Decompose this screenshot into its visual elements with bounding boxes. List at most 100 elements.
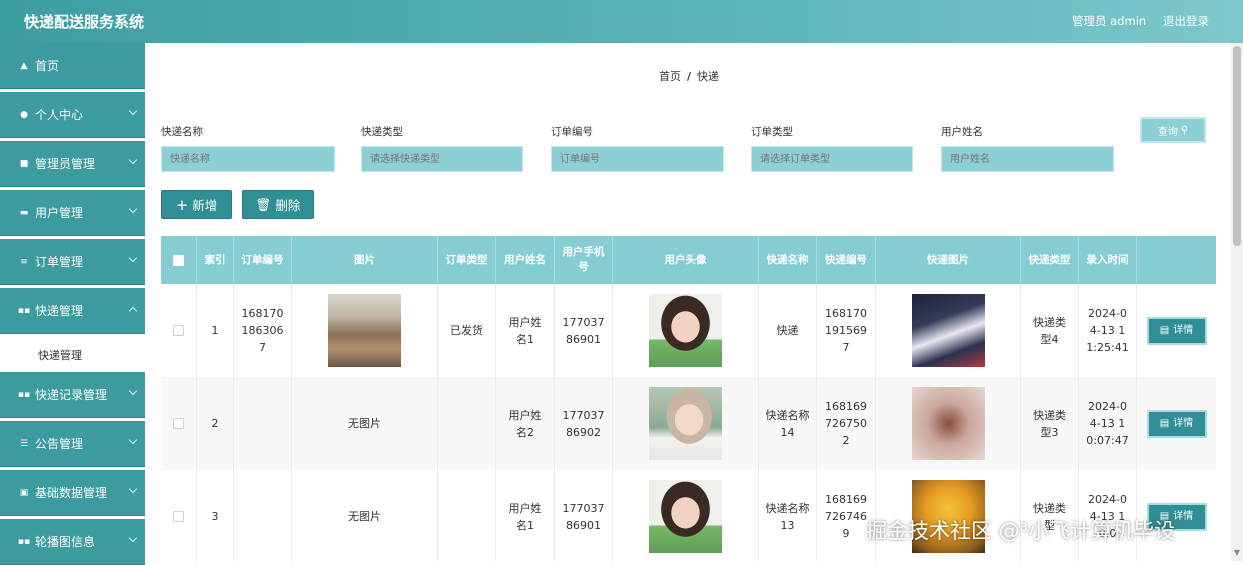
cell-image bbox=[292, 284, 438, 377]
detail-button-label: 详情 bbox=[1173, 418, 1194, 429]
sidebar-item-label: 快递记录管理 bbox=[35, 388, 108, 402]
list-icon: ≡ bbox=[20, 256, 28, 267]
chevron-down-icon bbox=[128, 386, 138, 396]
sidebar-item-label: 用户管理 bbox=[35, 206, 84, 220]
row-checkbox[interactable] bbox=[161, 284, 197, 377]
search-button-label: 查询 bbox=[1157, 126, 1178, 138]
chevron-down-icon bbox=[128, 533, 138, 543]
sidebar-item-label: 公告管理 bbox=[35, 437, 84, 451]
cell-actions: ▤ 详情 bbox=[1137, 377, 1216, 470]
detail-button[interactable]: ▤ 详情 bbox=[1146, 409, 1207, 438]
sidebar-item-base-data[interactable]: ▣ 基础数据管理 bbox=[0, 470, 145, 516]
sidebar-item-orders[interactable]: ≡ 订单管理 bbox=[0, 239, 145, 285]
sidebar-subitem-express[interactable]: 快递管理 bbox=[0, 341, 145, 371]
user-icon: ● bbox=[20, 109, 28, 120]
chevron-up-icon bbox=[128, 306, 138, 316]
add-button-label: 新增 bbox=[192, 198, 218, 213]
filter-label-express-type: 快递类型 bbox=[361, 126, 403, 138]
app-title: 快递配送服务系统 bbox=[24, 13, 145, 31]
plus-icon: + bbox=[175, 195, 189, 214]
doc-icon: ▤ bbox=[1159, 418, 1170, 429]
user-avatar bbox=[649, 387, 722, 460]
cell-avatar bbox=[613, 284, 759, 377]
sidebar-item-express-records[interactable]: ▪▪ 快递记录管理 bbox=[0, 372, 145, 418]
cell-phone: 17703786901 bbox=[555, 470, 613, 561]
sidebar-item-carousel[interactable]: ▪▪ 轮播图信息 bbox=[0, 519, 145, 565]
order-type-select[interactable] bbox=[751, 146, 913, 172]
sidebar-item-label: 订单管理 bbox=[35, 255, 84, 269]
breadcrumb-home[interactable]: 首页 bbox=[659, 70, 681, 83]
logout-link[interactable]: 退出登录 bbox=[1163, 13, 1209, 29]
lines-icon: ☰ bbox=[19, 438, 29, 449]
select-all-checkbox[interactable] bbox=[161, 236, 197, 284]
express-name-input[interactable] bbox=[161, 146, 335, 172]
add-button[interactable]: + 新增 bbox=[161, 190, 232, 219]
col-header: 用户手机号 bbox=[555, 236, 613, 284]
chevron-down-icon bbox=[128, 435, 138, 445]
sidebar-item-notices[interactable]: ☰ 公告管理 bbox=[0, 421, 145, 467]
cell-avatar bbox=[613, 377, 759, 470]
scrollbar-thumb[interactable] bbox=[1233, 46, 1241, 246]
cell-express-name: 快递 bbox=[759, 284, 817, 377]
sidebar-item-label: 个人中心 bbox=[35, 108, 84, 122]
search-button[interactable]: 查询 ⚲ bbox=[1140, 117, 1206, 143]
row-checkbox[interactable] bbox=[161, 470, 197, 561]
row-checkbox[interactable] bbox=[161, 377, 197, 470]
chevron-down-icon bbox=[128, 155, 138, 165]
cell-time: 2024-04-13 10:07:47 bbox=[1079, 377, 1137, 470]
sidebar-item-label: 快递管理 bbox=[35, 304, 84, 318]
cell-phone: 17703786901 bbox=[555, 284, 613, 377]
monitor-icon: ▬ bbox=[19, 207, 29, 218]
order-no-input[interactable] bbox=[551, 146, 724, 172]
current-user: 管理员 admin bbox=[1072, 14, 1147, 28]
cell-phone: 17703786902 bbox=[555, 377, 613, 470]
col-header: 订单编号 bbox=[234, 236, 292, 284]
cell-express-type: 快递类型4 bbox=[1021, 284, 1079, 377]
order-image bbox=[328, 294, 401, 367]
grid-icon: ▪▪ bbox=[17, 536, 31, 547]
sidebar-item-label: 轮播图信息 bbox=[35, 535, 96, 549]
cell-express-name: 快递名称14 bbox=[759, 377, 817, 470]
detail-button[interactable]: ▤ 详情 bbox=[1146, 316, 1207, 345]
cell-order-type: 已发货 bbox=[438, 284, 496, 377]
filter-label-order-type: 订单类型 bbox=[751, 126, 793, 138]
scroll-down-icon[interactable]: ▼ bbox=[1233, 548, 1241, 557]
table-header: 索引 订单编号 图片 订单类型 用户姓名 用户手机号 用户头像 快递名称 快递编… bbox=[161, 236, 1216, 284]
grid-icon: ▪▪ bbox=[17, 305, 31, 316]
sidebar-item-admin[interactable]: ■ 管理员管理 bbox=[0, 141, 145, 187]
sidebar-item-users[interactable]: ▬ 用户管理 bbox=[0, 190, 145, 236]
cell-image: 无图片 bbox=[292, 470, 438, 561]
table-row: 2 无图片 用户姓名2 17703786902 快递名称14 168169726… bbox=[161, 377, 1216, 470]
sidebar-item-profile[interactable]: ● 个人中心 bbox=[0, 92, 145, 138]
cell-user-name: 用户姓名1 bbox=[496, 470, 555, 561]
col-header: 快递名称 bbox=[759, 236, 817, 284]
delete-button-label: 删除 bbox=[275, 198, 301, 213]
cell-index: 1 bbox=[197, 284, 234, 377]
col-header: 用户头像 bbox=[613, 236, 759, 284]
col-header: 快递类型 bbox=[1021, 236, 1079, 284]
admin-icon: ■ bbox=[19, 158, 29, 169]
cell-order-type bbox=[438, 377, 496, 470]
express-type-select[interactable] bbox=[361, 146, 523, 172]
user-name-input[interactable] bbox=[941, 146, 1114, 172]
sidebar-item-label: 管理员管理 bbox=[35, 157, 96, 171]
delete-button[interactable]: 🗑 删除 bbox=[242, 190, 314, 219]
user-avatar bbox=[649, 480, 722, 553]
user-avatar bbox=[649, 294, 722, 367]
cell-index: 2 bbox=[197, 377, 234, 470]
col-header-actions bbox=[1137, 236, 1216, 284]
filter-label-order-no: 订单编号 bbox=[551, 126, 593, 138]
cell-actions: ▤ 详情 bbox=[1137, 284, 1216, 377]
sidebar-item-home[interactable]: ▲ 首页 bbox=[0, 43, 145, 89]
breadcrumb: 首页 / 快递 bbox=[659, 68, 719, 84]
cell-order-no: 1681701863067 bbox=[234, 284, 292, 377]
cell-order-no bbox=[234, 470, 292, 561]
cell-express-no: 1681697267502 bbox=[817, 377, 876, 470]
cell-order-no bbox=[234, 377, 292, 470]
sidebar-item-express[interactable]: ▪▪ 快递管理 bbox=[0, 288, 145, 334]
express-image bbox=[911, 294, 985, 367]
cell-express-image bbox=[876, 377, 1021, 470]
col-header: 用户姓名 bbox=[496, 236, 555, 284]
col-header: 快递编号 bbox=[817, 236, 876, 284]
cell-time: 2024-04-13 11:25:41 bbox=[1079, 284, 1137, 377]
